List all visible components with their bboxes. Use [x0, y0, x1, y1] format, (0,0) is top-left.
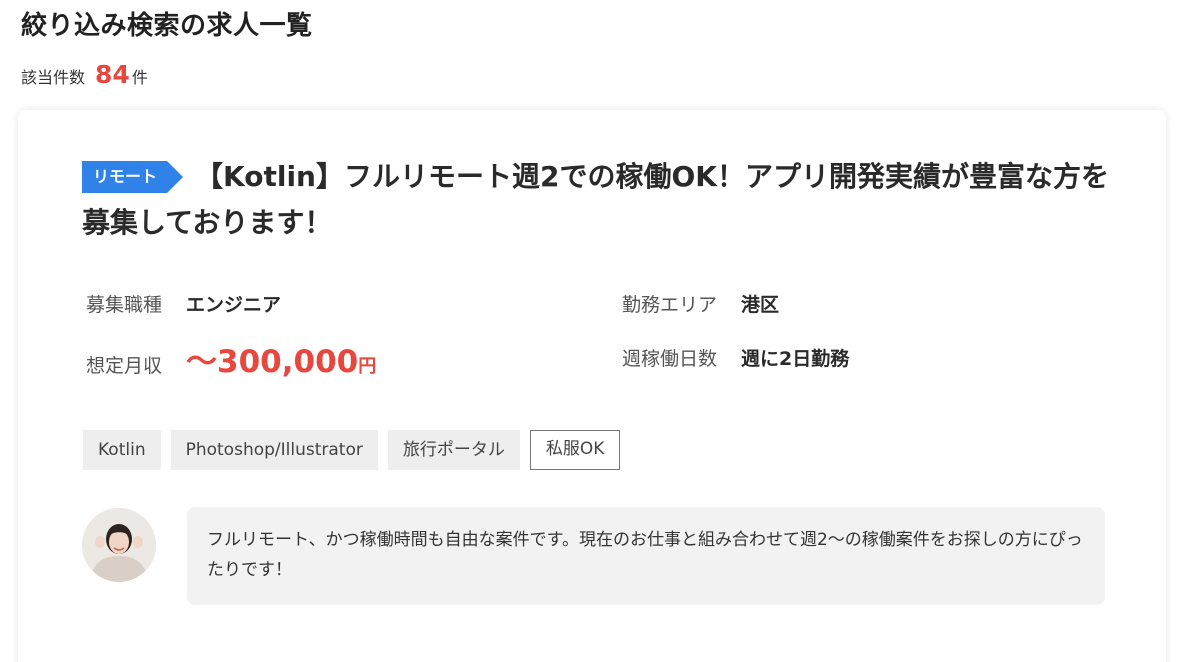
work-days-label: 週稼働日数 — [622, 348, 718, 370]
result-count-unit: 件 — [131, 68, 148, 87]
result-count-label: 該当件数 — [21, 68, 86, 87]
area-label: 勤務エリア — [622, 294, 718, 316]
work-days-value: 週に2日勤務 — [741, 348, 850, 370]
salary-row: 想定月収 〜300,000 円 — [86, 336, 376, 381]
tag-casual-dress: 私服OK — [529, 430, 621, 470]
tag-kotlin: Kotlin — [83, 430, 161, 470]
salary-label: 想定月収 — [86, 355, 163, 377]
job-list-page: 絞り込み検索の求人一覧 該当件数 84 件 リモート 【Kotlin】フルリモート… — [0, 0, 1182, 662]
recruiter-comment: フルリモート、かつ稼働時間も自由な案件です。現在のお仕事と組み合わせて週2〜の稼… — [187, 507, 1105, 605]
job-type-value: エンジニア — [186, 294, 282, 316]
job-type-label: 募集職種 — [86, 294, 163, 316]
avatar-image — [82, 508, 156, 582]
tag-travel-portal: 旅行ポータル — [387, 430, 520, 470]
job-card[interactable]: リモート 【Kotlin】フルリモート週2での稼働OK！アプリ開発実績が豊富な方を… — [18, 110, 1166, 662]
remote-badge: リモート — [82, 161, 184, 193]
page-title: 絞り込み検索の求人一覧 — [21, 11, 313, 41]
tag-list: Kotlin Photoshop/Illustrator 旅行ポータル 私服OK — [83, 430, 621, 470]
work-days-row: 週稼働日数 週に2日勤務 — [622, 344, 849, 371]
recruiter-avatar — [82, 508, 156, 582]
job-heading[interactable]: リモート 【Kotlin】フルリモート週2での稼働OK！アプリ開発実績が豊富な方を… — [82, 154, 1112, 246]
result-count-value: 84 — [95, 60, 130, 89]
salary-value: 〜300,000 — [186, 344, 359, 380]
area-value: 港区 — [741, 294, 780, 316]
job-type-row: 募集職種 エンジニア — [86, 290, 281, 317]
job-info-grid: 募集職種 エンジニア 勤務エリア 港区 想定月収 〜300,000 円 週稼働日… — [86, 290, 1086, 400]
job-title[interactable]: 【Kotlin】フルリモート週2での稼働OK！アプリ開発実績が豊富な方を募集して… — [82, 160, 1109, 239]
salary-unit: 円 — [358, 356, 377, 377]
area-row: 勤務エリア 港区 — [622, 290, 779, 317]
result-count: 該当件数 84 件 — [21, 60, 148, 96]
tag-photoshop-illustrator: Photoshop/Illustrator — [170, 430, 378, 470]
